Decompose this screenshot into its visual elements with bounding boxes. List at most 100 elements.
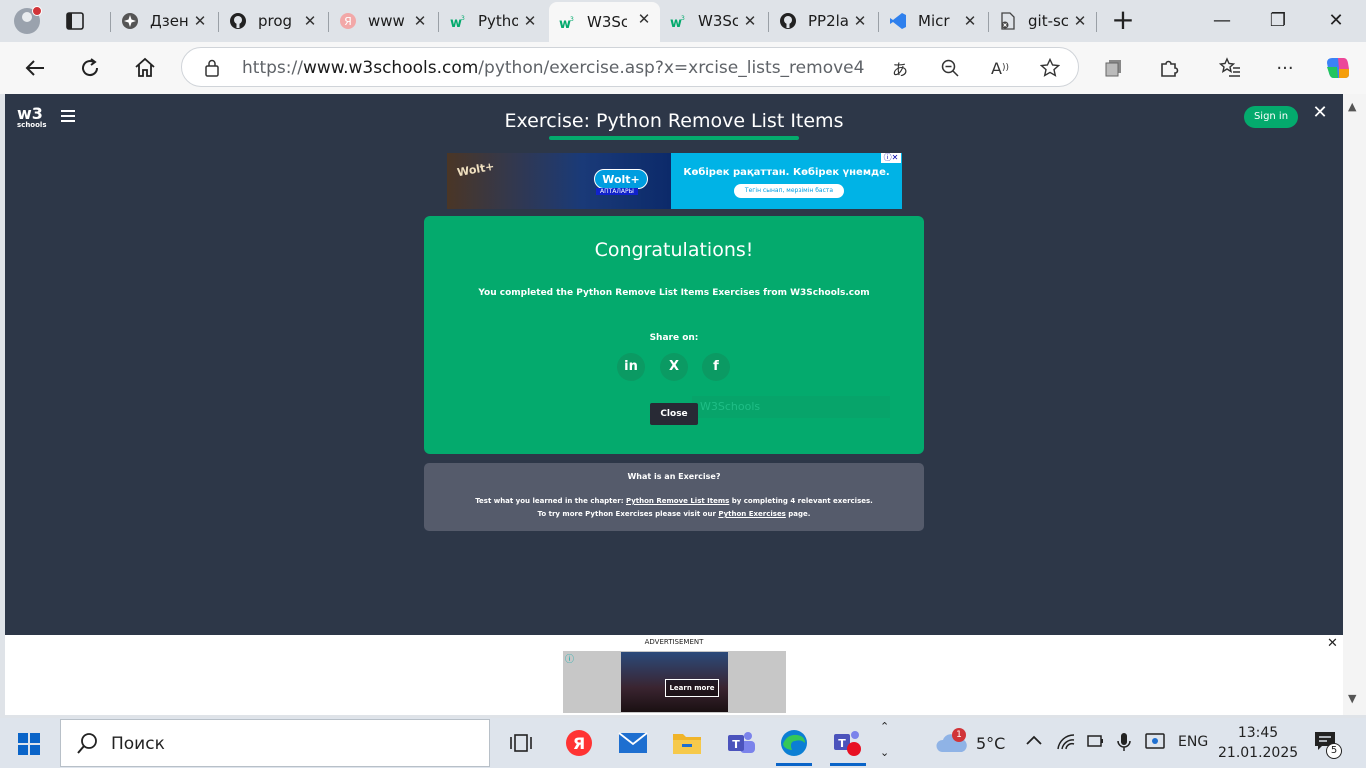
favorites-list-icon[interactable] [1217, 55, 1243, 81]
x-share-icon[interactable]: X [660, 353, 688, 381]
new-tab-button[interactable]: + [1108, 6, 1138, 36]
tab-close-icon[interactable]: ✕ [636, 11, 652, 27]
task-view-icon[interactable] [505, 728, 537, 758]
system-clock[interactable]: 13:45 21.01.2025 [1218, 723, 1298, 763]
svg-text:Я: Я [344, 15, 352, 28]
restore-button[interactable]: ❐ [1258, 6, 1298, 36]
facebook-share-icon[interactable]: f [702, 353, 730, 381]
vscode-icon [888, 11, 908, 31]
tab-actions-icon [66, 12, 84, 30]
tab-label: Pytho [478, 12, 518, 30]
page-scrollbar[interactable]: ▲ ▼ [1343, 94, 1366, 715]
security-icon[interactable] [1144, 732, 1166, 756]
tab-separator [768, 12, 769, 32]
language-indicator[interactable]: ENG [1178, 734, 1208, 750]
zoom-icon[interactable] [938, 56, 962, 80]
github-icon [228, 11, 248, 31]
tab-close-icon[interactable]: ✕ [522, 13, 538, 29]
tab-microsoft[interactable]: Micr ✕ [880, 4, 986, 38]
close-window-button[interactable]: ✕ [1316, 6, 1356, 36]
mail-icon[interactable] [617, 728, 649, 758]
clock-date: 21.01.2025 [1218, 745, 1299, 761]
congrats-message: You completed the Python Remove List Ite… [478, 288, 870, 298]
wifi-icon[interactable] [1056, 732, 1076, 754]
favorite-star-icon[interactable] [1038, 56, 1062, 80]
tab-close-icon[interactable]: ✕ [962, 13, 978, 29]
tab-close-icon[interactable]: ✕ [742, 13, 758, 29]
tab-pp2lab[interactable]: PP2la ✕ [770, 4, 876, 38]
scroll-up-icon[interactable]: ▲ [1348, 100, 1356, 113]
tab-close-icon[interactable]: ✕ [302, 13, 318, 29]
copilot-icon[interactable] [1325, 55, 1351, 81]
refresh-icon [82, 58, 99, 77]
active-app-indicator [830, 763, 866, 766]
tab-actions-button[interactable] [60, 8, 90, 34]
tab-close-icon[interactable]: ✕ [1072, 13, 1088, 29]
microphone-icon[interactable] [1116, 732, 1132, 756]
collections-icon[interactable] [1101, 55, 1127, 81]
congrats-heading: Congratulations! [594, 239, 754, 261]
tab-label: W3Sc [587, 13, 627, 31]
congratulations-panel: Congratulations! You completed the Pytho… [424, 216, 924, 454]
edge-browser-icon[interactable] [778, 728, 810, 758]
battery-icon[interactable] [1086, 732, 1106, 754]
what-is-exercise-panel: What is an Exercise? Test what you learn… [424, 463, 924, 531]
translate-icon[interactable]: あ [888, 56, 912, 80]
python-exercises-link[interactable]: Python Exercises [718, 510, 786, 518]
title-underline [549, 136, 799, 140]
tab-prog[interactable]: prog ✕ [220, 4, 326, 38]
tab-python[interactable]: w3 Pytho ✕ [440, 4, 546, 38]
minimize-button[interactable]: — [1202, 6, 1242, 36]
close-button[interactable]: Close [650, 403, 698, 425]
tab-separator [110, 12, 111, 32]
tab-close-icon[interactable]: ✕ [852, 13, 868, 29]
ad-close-icon[interactable]: ✕ [1327, 636, 1338, 651]
svg-text:T: T [838, 737, 846, 750]
tab-dzen[interactable]: Дзен ✕ [112, 4, 216, 38]
refresh-button[interactable] [74, 52, 106, 84]
svg-text:Я: Я [573, 734, 585, 753]
read-aloud-icon[interactable]: A)) [988, 56, 1012, 80]
tab-w3schools-active[interactable]: w3 W3Sc ✕ [549, 2, 660, 42]
teams-work-icon[interactable]: T [832, 728, 864, 758]
weather-temperature[interactable]: 5°C [976, 734, 1005, 753]
chapter-link[interactable]: Python Remove List Items [626, 497, 729, 505]
ad-close-icon[interactable]: ⓘ✕ [881, 153, 901, 163]
top-advertisement[interactable]: Wolt+ Wolt+ АПТАЛАРЫ Көбірек рақаттан. К… [447, 153, 902, 209]
teams-icon[interactable]: T [725, 728, 757, 758]
ad-brand-sub: АПТАЛАРЫ [596, 188, 638, 195]
taskbar-search-input[interactable]: Поиск [60, 719, 490, 767]
close-exercise-icon[interactable]: ✕ [1311, 104, 1329, 122]
sign-in-button[interactable]: Sign in [1244, 106, 1298, 128]
tab-label: Дзен [150, 12, 189, 30]
home-button[interactable] [129, 52, 161, 84]
tray-overflow-up-icon[interactable]: ⌃ [880, 720, 889, 733]
tab-git[interactable]: git-sc ✕ [990, 4, 1096, 38]
back-button[interactable] [19, 52, 51, 84]
tray-overflow-down-icon[interactable]: ⌄ [880, 746, 889, 759]
tab-close-icon[interactable]: ✕ [412, 13, 428, 29]
more-menu-icon[interactable]: ··· [1272, 55, 1298, 81]
scroll-down-icon[interactable]: ▼ [1348, 692, 1356, 705]
weather-badge: 1 [952, 728, 966, 742]
tab-label: git-sc [1028, 12, 1068, 30]
linkedin-share-icon[interactable]: in [617, 353, 645, 381]
tab-www[interactable]: Я www ✕ [330, 4, 436, 38]
tab-w3schools[interactable]: w3 W3Sc ✕ [660, 4, 766, 38]
tab-close-icon[interactable]: ✕ [192, 13, 208, 29]
profile-button[interactable] [12, 6, 44, 36]
dzen-icon [120, 11, 140, 31]
tab-label: W3Sc [698, 12, 738, 30]
ad-cta-button[interactable]: Тегін сынап, мерзімін баста [734, 184, 844, 198]
show-hidden-icons-icon[interactable] [1024, 732, 1044, 752]
extensions-icon[interactable] [1156, 55, 1182, 81]
yandex-browser-icon[interactable]: Я [563, 728, 595, 758]
clock-time: 13:45 [1237, 725, 1279, 741]
file-explorer-icon[interactable] [671, 728, 703, 758]
ad-info-icon[interactable]: ⓘ [565, 652, 574, 665]
windows-start-icon[interactable] [18, 733, 40, 755]
address-bar[interactable]: https://www.w3schools.com/python/exercis… [181, 47, 1079, 87]
ad-learn-more-button[interactable]: Learn more [665, 679, 719, 697]
tab-strip: Дзен ✕ prog ✕ Я www ✕ w3 Pytho ✕ w3 W3Sc… [0, 0, 1366, 42]
url-text: https://www.w3schools.com/python/exercis… [242, 58, 865, 78]
